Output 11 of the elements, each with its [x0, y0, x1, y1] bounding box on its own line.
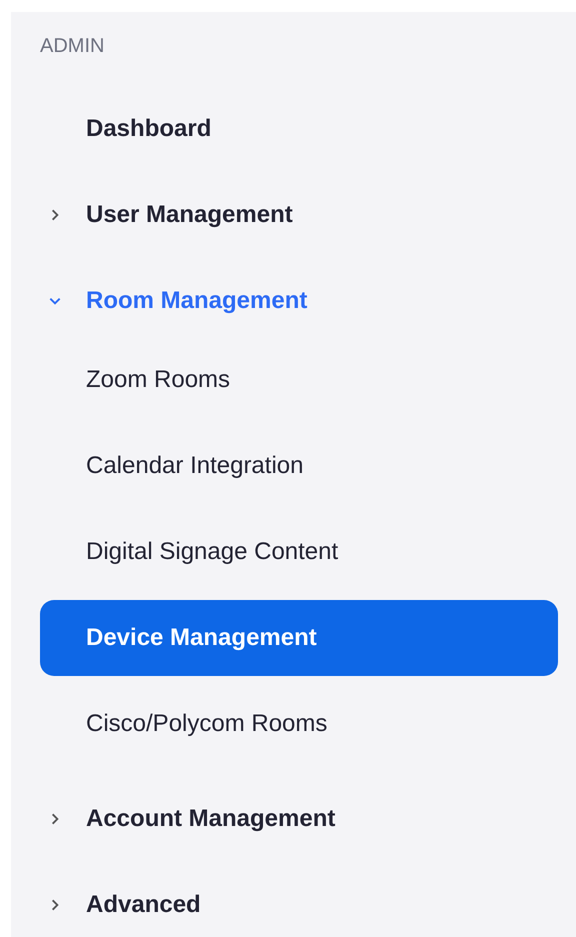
nav-item[interactable]: Advanced: [40, 867, 558, 937]
section-heading: ADMIN: [40, 34, 104, 58]
nav-item[interactable]: Device Management: [40, 600, 558, 676]
nav-item[interactable]: User Management: [40, 177, 558, 253]
nav-item[interactable]: Calendar Integration: [40, 428, 558, 504]
nav-item[interactable]: Room Management: [40, 263, 558, 339]
nav-item[interactable]: Account Management: [40, 781, 558, 857]
nav-item[interactable]: Zoom Rooms: [40, 342, 558, 418]
nav-item[interactable]: Digital Signage Content: [40, 514, 558, 590]
nav-item[interactable]: Cisco/Polycom Rooms: [40, 686, 558, 762]
nav-item[interactable]: Dashboard: [40, 91, 558, 167]
